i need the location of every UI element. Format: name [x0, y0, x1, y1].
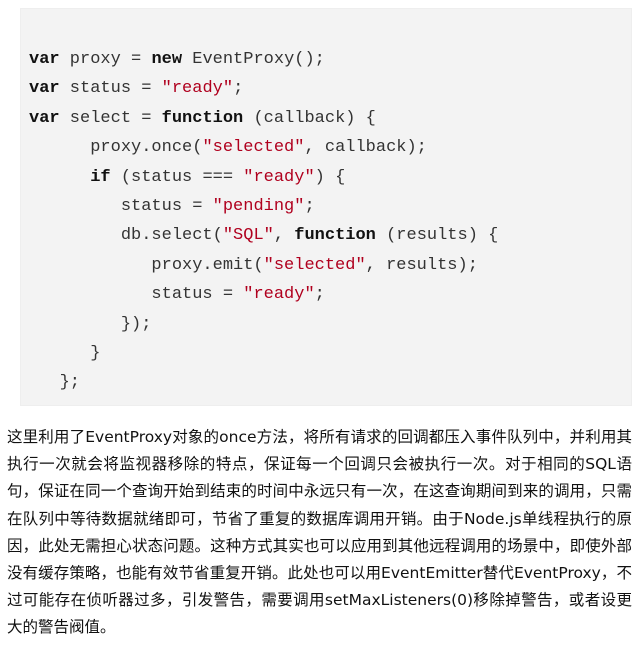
- code-string: "selected": [263, 255, 366, 275]
- code-keyword: function: [294, 226, 376, 246]
- code-text: ,: [273, 226, 295, 246]
- code-line: var proxy = new EventProxy();: [29, 45, 498, 74]
- code-text: status =: [29, 197, 213, 217]
- code-string: "SQL": [222, 226, 274, 246]
- code-text: ;: [233, 79, 244, 99]
- code-keyword: if: [90, 167, 111, 187]
- code-text: db.select(: [29, 226, 223, 246]
- code-line: status = "ready";: [29, 280, 498, 309]
- code-text: status =: [59, 79, 162, 99]
- code-keyword: new: [151, 50, 183, 69]
- code-text: select =: [59, 108, 162, 128]
- code-listing: var proxy = new EventProxy(); var status …: [29, 45, 498, 398]
- code-line: }: [29, 339, 498, 368]
- code-line: var status = "ready";: [29, 74, 498, 103]
- code-line: db.select("SQL", function (results) {: [29, 221, 499, 250]
- code-text: EventProxy();: [182, 50, 325, 69]
- code-text: (status ===: [110, 167, 244, 187]
- code-string: "pending": [212, 197, 305, 217]
- code-string: "ready": [161, 79, 234, 99]
- code-keyword: var: [29, 50, 60, 69]
- code-line: proxy.once("selected", callback);: [29, 133, 498, 162]
- code-line: };: [29, 368, 498, 397]
- code-line: var select = function (callback) {: [29, 104, 498, 133]
- code-text: ) {: [314, 167, 346, 187]
- code-string: "ready": [243, 285, 315, 305]
- code-text: });: [29, 314, 152, 334]
- code-text: proxy.emit(: [29, 255, 264, 275]
- code-line: });: [29, 310, 498, 339]
- code-keyword: function: [161, 108, 244, 128]
- code-text: , callback);: [304, 138, 427, 158]
- code-text: proxy.once(: [29, 138, 203, 158]
- code-text: , results);: [365, 255, 478, 275]
- code-text: ;: [314, 285, 325, 305]
- code-text: status =: [29, 285, 244, 305]
- code-keyword: var: [29, 108, 60, 128]
- code-text: (callback) {: [243, 108, 376, 128]
- code-line: if (status === "ready") {: [29, 163, 498, 192]
- code-line: status = "pending";: [29, 192, 498, 221]
- code-string: "ready": [243, 167, 315, 187]
- code-text: };: [29, 373, 81, 393]
- code-line: proxy.emit("selected", results);: [29, 251, 498, 280]
- explanation-paragraph: 这里利用了EventProxy对象的once方法，将所有请求的回调都压入事件队列…: [7, 428, 632, 637]
- code-block: var proxy = new EventProxy(); var status …: [20, 8, 632, 406]
- code-string: "selected": [202, 138, 305, 158]
- code-text: }: [29, 344, 101, 364]
- code-text: proxy =: [59, 50, 152, 69]
- code-text: (results) {: [375, 226, 499, 246]
- code-keyword: var: [29, 79, 60, 99]
- code-text: ;: [304, 197, 315, 217]
